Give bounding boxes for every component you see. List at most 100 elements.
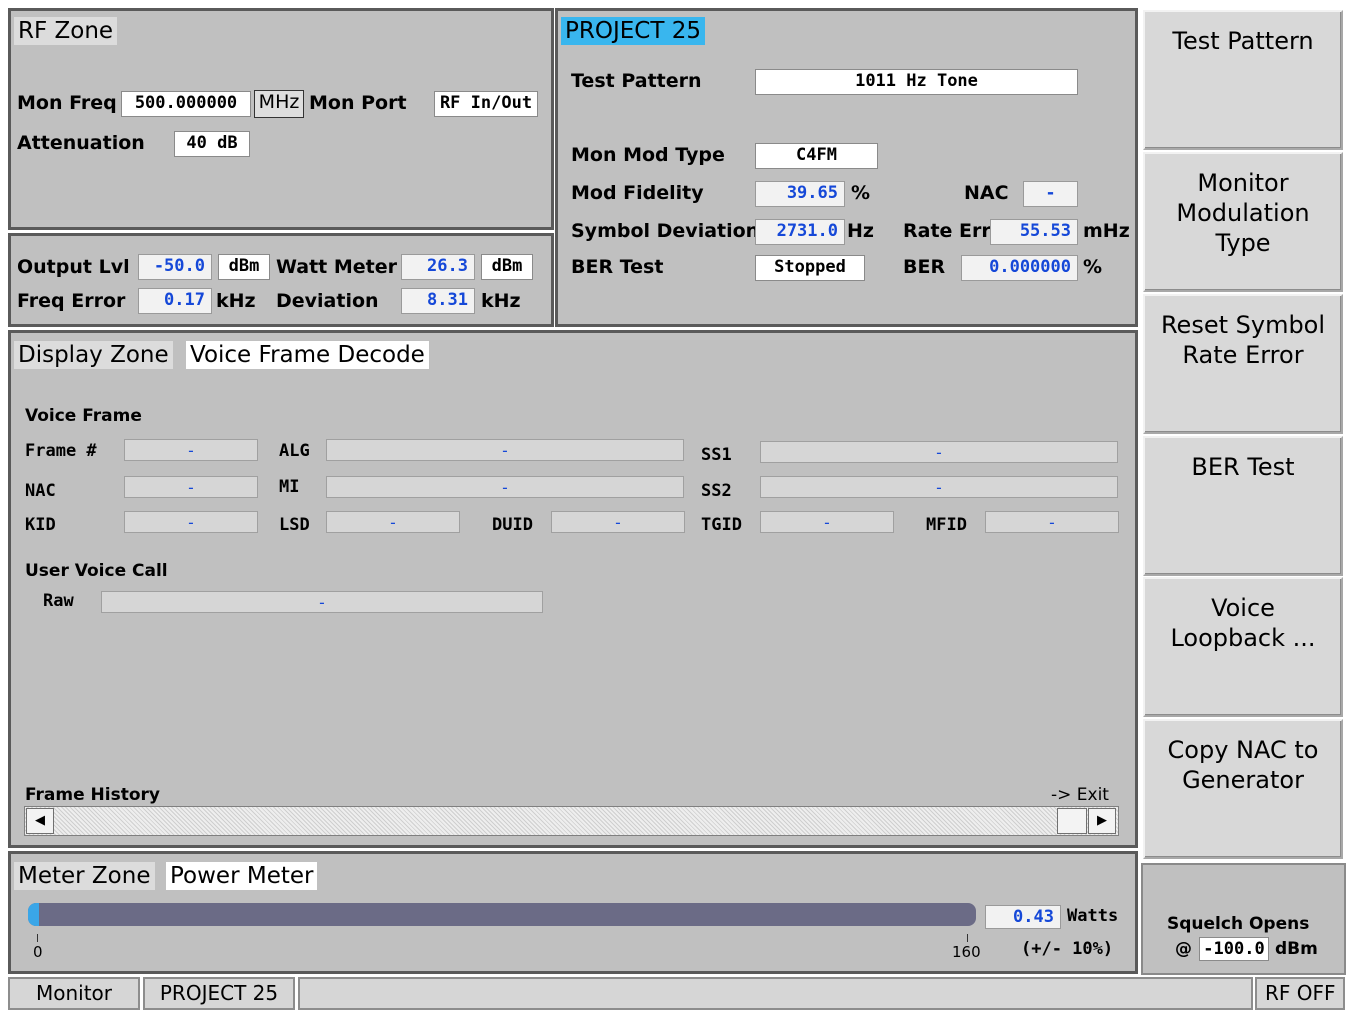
rf-measurements: Output Lvl -50.0 dBm Watt Meter 26.3 dBm…	[8, 233, 554, 327]
mi-label: MI	[279, 477, 300, 497]
mon-mod-type-field[interactable]: C4FM	[755, 143, 878, 169]
display-zone-title: Display Zone	[14, 341, 173, 369]
ber-test-field[interactable]: Stopped	[755, 255, 865, 281]
display-zone-subtitle[interactable]: Voice Frame Decode	[186, 341, 429, 369]
scroll-thumb[interactable]	[1057, 808, 1087, 834]
ss2-value: -	[760, 476, 1118, 498]
deviation-value: 8.31	[401, 288, 475, 314]
tgid-value: -	[760, 511, 894, 533]
lsd-label: LSD	[279, 515, 310, 535]
mon-freq-label: Mon Freq	[17, 92, 117, 114]
mon-freq-field[interactable]: 500.000000	[121, 91, 251, 117]
alg-value: -	[326, 439, 684, 461]
power-meter-accuracy: (+/- 10%)	[1021, 939, 1114, 959]
softkey-copy-nac-to-generator[interactable]: Copy NAC to Generator	[1143, 719, 1343, 859]
softkey-monitor-modulation-type-line1: Monitor	[1197, 169, 1289, 197]
attenuation-field[interactable]: 40 dB	[174, 131, 250, 157]
nac-field-value: -	[124, 476, 258, 498]
p25-zone-title: PROJECT 25	[561, 17, 705, 45]
duid-value: -	[551, 511, 685, 533]
meter-zone: Meter Zone Power Meter 0 160 0.43 Watts …	[8, 851, 1138, 974]
raw-value: -	[101, 591, 543, 613]
softkey-monitor-modulation-type[interactable]: Monitor Modulation Type	[1143, 152, 1343, 292]
mi-value: -	[326, 476, 684, 498]
nac-label: NAC	[964, 182, 1009, 204]
ss2-label: SS2	[701, 481, 732, 501]
softkey-voice-loopback-line1: Voice	[1211, 594, 1275, 622]
softkey-test-pattern[interactable]: Test Pattern	[1143, 10, 1343, 150]
test-pattern-field[interactable]: 1011 Hz Tone	[755, 69, 1078, 95]
raw-label: Raw	[43, 591, 74, 611]
rate-err-value: 55.53	[990, 219, 1078, 245]
watt-meter-value: 26.3	[401, 254, 475, 280]
deviation-unit: kHz	[481, 290, 521, 312]
scale-max-label: 160	[952, 943, 981, 961]
rate-err-unit: mHz	[1083, 220, 1130, 242]
softkey-reset-symbol-rate-error[interactable]: Reset Symbol Rate Error	[1143, 294, 1343, 434]
rate-err-label: Rate Err	[903, 220, 991, 242]
lsd-value: -	[326, 511, 460, 533]
rf-zone: RF Zone Mon Freq 500.000000 MHz Mon Port…	[8, 8, 554, 230]
ss1-label: SS1	[701, 445, 732, 465]
freq-error-value: 0.17	[138, 288, 212, 314]
scale-min-label: 0	[33, 943, 43, 961]
watt-meter-unit: dBm	[481, 254, 533, 280]
symbol-deviation-unit: Hz	[847, 220, 874, 242]
alg-label: ALG	[279, 441, 310, 461]
p25-zone: PROJECT 25 Test Pattern 1011 Hz Tone Mon…	[555, 8, 1138, 327]
ss1-value: -	[760, 441, 1118, 463]
power-meter-fill	[28, 903, 40, 926]
user-voice-call-heading: User Voice Call	[25, 561, 168, 581]
attenuation-label: Attenuation	[17, 132, 145, 154]
squelch-value-field[interactable]: -100.0	[1199, 937, 1269, 961]
symbol-deviation-value: 2731.0	[755, 219, 845, 245]
voice-frame-heading: Voice Frame	[25, 406, 142, 426]
squelch-unit: dBm	[1275, 939, 1318, 959]
mod-fidelity-unit: %	[851, 182, 871, 204]
meter-zone-subtitle[interactable]: Power Meter	[166, 862, 318, 890]
test-pattern-label: Test Pattern	[571, 70, 702, 92]
output-lvl-unit: dBm	[218, 254, 270, 280]
softkey-monitor-modulation-type-line3: Type	[1215, 229, 1271, 257]
mon-port-field[interactable]: RF In/Out	[434, 91, 538, 117]
freq-error-label: Freq Error	[17, 290, 126, 312]
tgid-label: TGID	[701, 515, 742, 535]
output-lvl-label: Output Lvl	[17, 256, 130, 278]
frame-history-label: Frame History	[25, 785, 160, 805]
ber-test-label: BER Test	[571, 256, 664, 278]
display-zone: Display Zone Voice Frame Decode Voice Fr…	[8, 330, 1138, 848]
softkey-ber-test[interactable]: BER Test	[1143, 436, 1343, 576]
power-meter-bar	[28, 903, 976, 926]
mon-freq-unit[interactable]: MHz	[254, 90, 304, 118]
softkey-test-pattern-label: Test Pattern	[1172, 27, 1314, 55]
squelch-panel: Squelch Opens @ -100.0 dBm	[1141, 863, 1346, 975]
status-standard: PROJECT 25	[143, 977, 295, 1010]
kid-value: -	[124, 511, 258, 533]
mod-fidelity-value: 39.65	[755, 181, 845, 207]
status-mode: Monitor	[8, 977, 140, 1010]
softkey-ber-test-label: BER Test	[1191, 453, 1295, 481]
mon-port-label: Mon Port	[309, 92, 407, 114]
ber-label: BER	[903, 256, 946, 278]
scale-max-tick	[967, 934, 968, 942]
exit-label[interactable]: -> Exit	[1051, 783, 1109, 807]
frame-number-label: Frame #	[25, 441, 97, 461]
status-rf-state: RF OFF	[1255, 977, 1345, 1010]
softkey-copy-nac-to-generator-line1: Copy NAC to	[1167, 736, 1319, 764]
scroll-right-arrow-icon[interactable]: ▶	[1088, 808, 1116, 834]
scroll-left-arrow-icon[interactable]: ◀	[26, 808, 54, 834]
watt-meter-label: Watt Meter	[276, 256, 398, 278]
mfid-value: -	[985, 511, 1119, 533]
mon-mod-type-label: Mon Mod Type	[571, 144, 725, 166]
kid-label: KID	[25, 515, 56, 535]
softkey-voice-loopback[interactable]: Voice Loopback ...	[1143, 577, 1343, 717]
mod-fidelity-label: Mod Fidelity	[571, 182, 704, 204]
squelch-label: Squelch Opens	[1167, 914, 1310, 934]
softkey-reset-symbol-rate-error-line2: Rate Error	[1182, 341, 1304, 369]
output-lvl-value: -50.0	[138, 254, 212, 280]
ber-value: 0.000000	[961, 255, 1078, 281]
mfid-label: MFID	[926, 515, 967, 535]
frame-history-scrollbar[interactable]: ◀ ▶	[24, 806, 1119, 836]
duid-label: DUID	[492, 515, 533, 535]
freq-error-unit: kHz	[216, 290, 256, 312]
